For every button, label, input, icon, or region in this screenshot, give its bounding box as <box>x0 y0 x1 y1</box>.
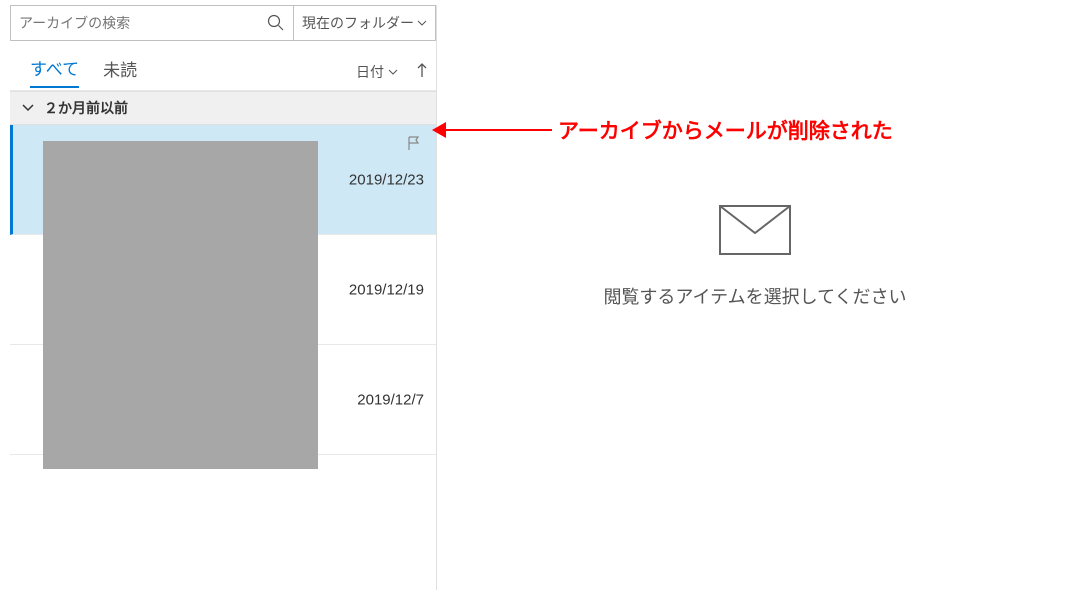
redacted-content <box>43 141 318 469</box>
envelope-icon <box>719 205 791 255</box>
group-header-label: ２か月前以前 <box>44 98 128 118</box>
caret-down-icon <box>417 20 427 26</box>
flag-icon[interactable] <box>406 135 422 156</box>
sort-dropdown[interactable]: 日付 <box>356 62 398 82</box>
chevron-down-icon <box>22 104 34 112</box>
filter-tab-all[interactable]: すべて <box>30 55 79 88</box>
folder-scope-label: 現在のフォルダー <box>302 13 414 33</box>
chevron-down-icon <box>388 69 398 75</box>
empty-state-text: 閲覧するアイテムを選択してください <box>603 283 906 309</box>
folder-scope-dropdown[interactable]: 現在のフォルダー <box>294 5 436 41</box>
arrow-up-icon <box>416 62 428 78</box>
search-box[interactable] <box>10 5 294 41</box>
message-date: 2019/12/19 <box>349 281 424 298</box>
reading-pane: 閲覧するアイテムを選択してください <box>445 0 1065 593</box>
search-icon[interactable] <box>267 14 285 32</box>
sort-direction-button[interactable] <box>416 62 428 81</box>
filter-tab-unread[interactable]: 未読 <box>103 56 137 87</box>
message-date: 2019/12/7 <box>357 391 424 408</box>
search-input[interactable] <box>19 15 267 31</box>
group-header[interactable]: ２か月前以前 <box>10 91 436 125</box>
message-date: 2019/12/23 <box>349 171 424 188</box>
sort-label: 日付 <box>356 62 384 82</box>
